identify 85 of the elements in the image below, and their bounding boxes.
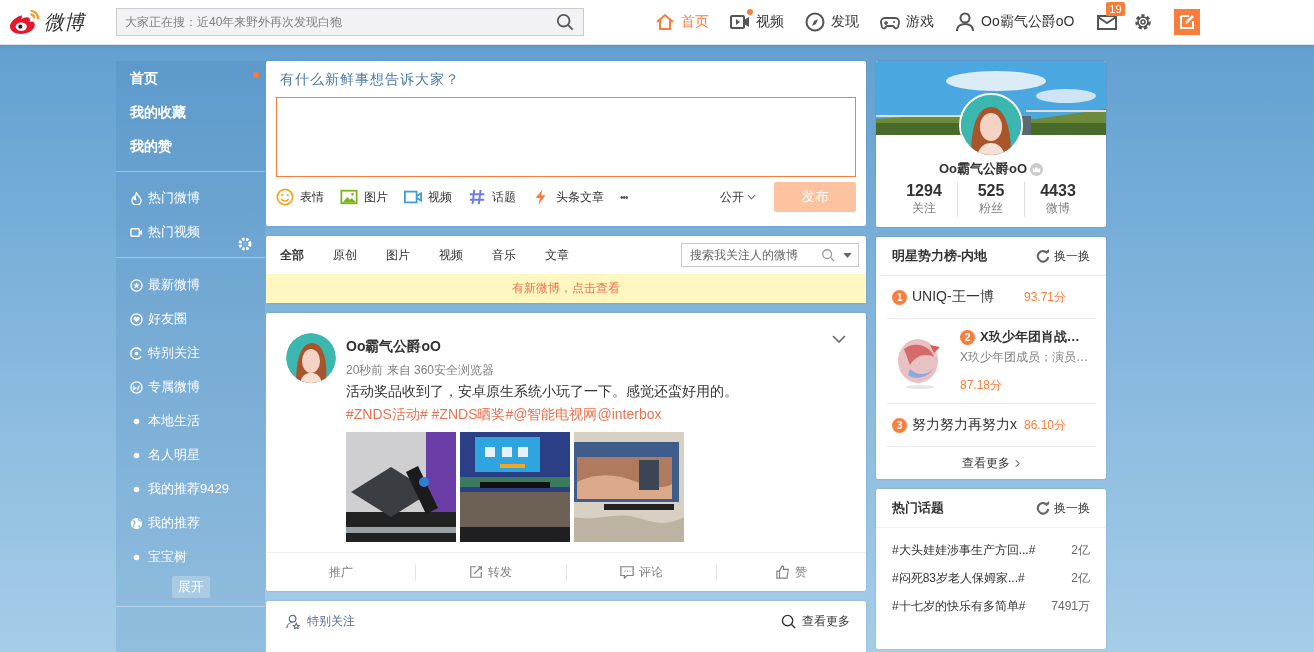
logo-text[interactable]: 微博 [44, 8, 84, 36]
card-title: 明星势力榜-内地 [892, 247, 988, 265]
feed-tab[interactable]: 全部 [280, 246, 304, 264]
image-icon[interactable] [340, 188, 358, 206]
compose-tool[interactable]: 视频 [404, 188, 452, 206]
compose-icon[interactable] [1174, 9, 1201, 35]
author-name[interactable]: Oo霸气公爵oO [346, 338, 738, 356]
topic-link[interactable]: #十七岁的快乐有多简单# [892, 592, 1026, 620]
topic-count: 2亿 [1071, 570, 1090, 587]
topic-link[interactable]: #大头娃娃涉事生产方回...# [892, 536, 1036, 564]
topic-count: 2亿 [1071, 542, 1090, 559]
compose-field[interactable] [276, 97, 856, 177]
rank-number: 2 [960, 329, 975, 345]
compose-tool[interactable]: 话题 [468, 188, 516, 206]
refresh-icon[interactable] [1036, 501, 1050, 515]
visibility-dropdown[interactable]: 公开 [720, 188, 756, 206]
star-score: 86.10分 [1024, 416, 1067, 434]
post-action[interactable]: 评论 [565, 563, 716, 581]
profile-name[interactable]: Oo霸气公爵oO [938, 160, 1028, 178]
stat-label[interactable]: 微博 [1046, 200, 1070, 217]
see-more-link[interactable]: 查看更多 [876, 447, 1106, 479]
topic-count: 7491万 [1051, 598, 1090, 615]
feed-tab[interactable]: 视频 [439, 246, 463, 264]
count-badge: 19 [1106, 2, 1125, 16]
star-name[interactable]: 努力努力再努力x [912, 416, 1024, 434]
post-action[interactable]: 赞 [715, 563, 866, 581]
nav-link[interactable]: 游戏 [879, 11, 934, 33]
rank-number: 1 [892, 289, 907, 305]
chevron-icon[interactable] [1015, 458, 1020, 468]
comment-icon[interactable] [619, 565, 634, 579]
post-action[interactable]: 转发 [415, 563, 566, 581]
home-icon[interactable] [654, 11, 676, 33]
feed-search-field[interactable]: 搜索我关注人的微博 [681, 243, 859, 267]
stat-count[interactable]: 4433 [1040, 182, 1076, 200]
post-action[interactable]: 推广 [266, 563, 416, 581]
refresh-button[interactable]: 换一换 [1036, 247, 1090, 265]
stat-label[interactable]: 关注 [912, 200, 936, 217]
compass-icon[interactable] [804, 11, 826, 33]
hashtag-icon[interactable] [468, 188, 486, 206]
smiley-icon[interactable] [276, 188, 294, 206]
search-field[interactable]: 大家正在搜：近40年来野外再次发现白狍 [116, 8, 584, 36]
topic-link[interactable]: #闷死83岁老人保姆家...# [892, 564, 1025, 592]
feed-tab[interactable]: 图片 [386, 246, 410, 264]
post-text: 活动奖品收到了，安卓原生系统小玩了一下。感觉还蛮好用的。 [346, 383, 738, 401]
chevron-icon[interactable] [832, 335, 846, 343]
star-description: X玖少年团成员；演员… [960, 349, 1088, 366]
crown-icon [1030, 162, 1044, 176]
compose-tool[interactable]: 图片 [340, 188, 388, 206]
compose-tool[interactable]: ••• [620, 191, 628, 203]
user-icon[interactable] [954, 11, 976, 33]
feed-tab[interactable]: 音乐 [492, 246, 516, 264]
see-more-link[interactable]: 查看更多 [781, 613, 850, 630]
star-name[interactable]: X玖少年团肖战… [980, 328, 1080, 346]
flame-icon[interactable] [130, 191, 143, 205]
nav-link[interactable]: 视频 [729, 11, 784, 33]
feed-tab[interactable]: 原创 [333, 246, 357, 264]
feed-tab[interactable]: 文章 [545, 246, 569, 264]
rank-number: 3 [892, 417, 907, 433]
globe-icon[interactable] [130, 516, 143, 530]
chevron-icon[interactable] [747, 194, 756, 200]
user-star-icon[interactable] [286, 614, 301, 629]
nav-link[interactable]: 发现 [804, 11, 859, 33]
weibo-logo-icon[interactable] [8, 8, 42, 36]
caret-icon[interactable] [843, 253, 852, 258]
compose-tool[interactable]: 头条文章 [532, 188, 604, 206]
special-follow-link[interactable]: 特别关注 [286, 613, 355, 630]
search-icon[interactable] [781, 614, 796, 629]
compose-tool[interactable]: 表情 [276, 188, 324, 206]
compose-prompt: 有什么新鲜事想告诉大家？ [280, 71, 461, 89]
share-icon[interactable] [469, 565, 484, 579]
refresh-icon[interactable] [1036, 249, 1050, 263]
stat-label[interactable]: 粉丝 [979, 200, 1003, 217]
eye-icon[interactable] [130, 346, 143, 360]
star-score: 93.71分 [1024, 288, 1067, 306]
stat-count[interactable]: 525 [977, 182, 1005, 200]
thumbs-up-icon[interactable] [775, 565, 790, 579]
post-time-source: 20秒前 来自 360安全浏览器 [346, 362, 496, 379]
refresh-button[interactable]: 换一换 [1036, 499, 1090, 517]
card-title: 热门话题 [892, 499, 944, 517]
star-score: 87.18分 [960, 377, 1004, 394]
stat-count[interactable]: 1294 [906, 182, 942, 200]
star-name[interactable]: UNIQ-王一博 [912, 288, 1024, 306]
badge-icon[interactable] [130, 380, 143, 394]
nav-link[interactable]: Oo霸气公爵oO [954, 11, 1075, 33]
search-icon[interactable] [556, 13, 574, 31]
